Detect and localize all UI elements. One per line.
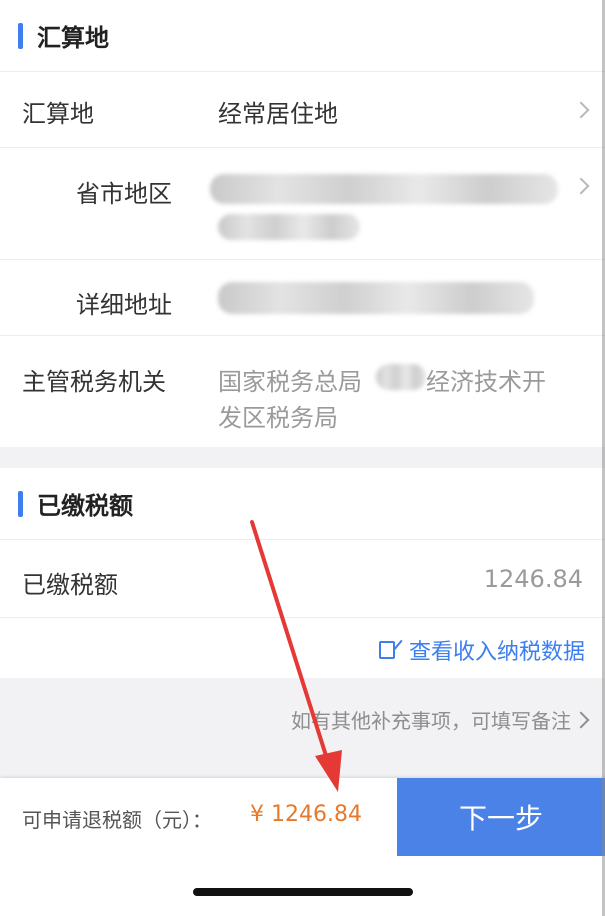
redacted-address (218, 282, 534, 314)
section-header-settlement: 汇算地 (0, 0, 605, 72)
refund-amount: ¥ 1246.84 (250, 802, 362, 827)
redacted-region-line2 (218, 214, 360, 240)
section-title: 已缴税额 (37, 492, 133, 520)
remarks-entry[interactable]: 如有其他补充事项，可填写备注 (291, 705, 590, 734)
footer-bar: 可申请退税额（元）： ¥ 1246.84 下一步 (0, 778, 605, 856)
home-indicator-area (0, 856, 605, 916)
section-title: 汇算地 (37, 24, 109, 52)
tax-office-value-line1b: 经济技术开 (426, 368, 546, 396)
row-tax-office: 主管税务机关 国家税务总局 经济技术开 发区税务局 (0, 336, 605, 447)
region-label: 省市地区 (76, 180, 172, 208)
chevron-right-icon (572, 101, 590, 119)
tax-office-value-line2: 发区税务局 (218, 404, 338, 432)
section-accent-bar (18, 22, 23, 49)
settlement-location-card: 汇算地 汇算地 经常居住地 省市地区 详细地址 主管税务机关 国家税务总局 经济… (0, 0, 605, 447)
redacted-region-line1 (210, 174, 558, 204)
tax-office-label: 主管税务机关 (22, 368, 166, 396)
tax-paid-value: 1246.84 (483, 565, 583, 593)
row-settlement-location[interactable]: 汇算地 经常居住地 (0, 72, 605, 148)
remarks-text: 如有其他补充事项，可填写备注 (291, 709, 571, 733)
row-address[interactable]: 详细地址 (0, 260, 605, 336)
chevron-right-icon (572, 711, 590, 728)
edit-icon (378, 641, 395, 659)
row-tax-paid: 已缴税额 1246.84 (0, 540, 605, 618)
view-income-tax-data-text: 查看收入纳税数据 (408, 640, 585, 665)
row-region[interactable]: 省市地区 (0, 148, 605, 260)
home-indicator[interactable] (193, 888, 413, 896)
tax-paid-label: 已缴税额 (22, 571, 118, 599)
refund-label: 可申请退税额（元）： (22, 808, 212, 832)
address-label: 详细地址 (76, 291, 172, 319)
chevron-right-icon (572, 177, 590, 195)
settlement-location-label: 汇算地 (22, 100, 94, 128)
section-header-tax-paid: 已缴税额 (0, 468, 605, 540)
section-accent-bar (18, 490, 23, 517)
next-step-button[interactable]: 下一步 (397, 778, 605, 856)
view-income-tax-data-link[interactable]: 查看收入纳税数据 (378, 634, 585, 666)
settlement-location-value: 经常居住地 (218, 100, 338, 128)
tax-office-value-line1: 国家税务总局 (218, 368, 362, 396)
redacted-tax-office (376, 364, 426, 390)
